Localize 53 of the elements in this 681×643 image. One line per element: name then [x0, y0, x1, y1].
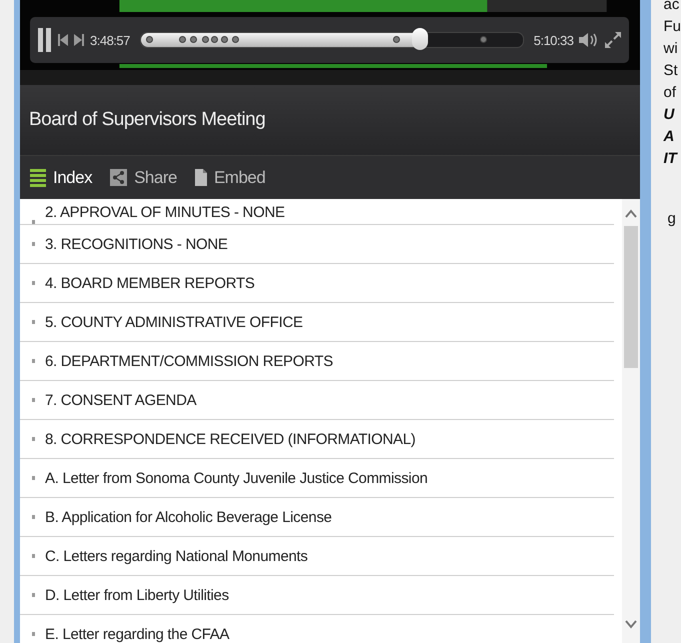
- agenda-item[interactable]: 7. CONSENT AGENDA: [45, 392, 196, 408]
- list-icon: [30, 168, 46, 186]
- agenda-item[interactable]: 5. COUNTY ADMINISTRATIVE OFFICE: [45, 314, 303, 330]
- bullet-icon: [32, 281, 35, 285]
- bullet-icon: [32, 359, 35, 363]
- bullet-icon: [32, 554, 35, 558]
- scrollbar[interactable]: [622, 199, 640, 643]
- pause-button[interactable]: [38, 28, 52, 52]
- scroll-thumb[interactable]: [624, 226, 638, 368]
- bullet-icon: [32, 220, 35, 224]
- bullet-icon: [32, 398, 35, 402]
- agenda-item[interactable]: C. Letters regarding National Monuments: [45, 548, 308, 564]
- scroll-down-icon[interactable]: [625, 620, 638, 629]
- next-button[interactable]: [74, 34, 84, 46]
- agenda-item[interactable]: D. Letter from Liberty Utilities: [45, 586, 229, 604]
- bullet-icon: [32, 632, 35, 636]
- text-fragment: U: [663, 105, 676, 125]
- bullet-icon: [32, 437, 35, 441]
- bullet-icon: [32, 593, 35, 597]
- agenda-item[interactable]: A. Letter from Sonoma County Juvenile Justice Commission: [45, 470, 428, 486]
- document-icon: [194, 169, 207, 186]
- agenda-item[interactable]: 6. DEPARTMENT/COMMISSION REPORTS: [45, 352, 333, 370]
- agenda-item[interactable]: B. Application for Alcoholic Beverage License: [45, 508, 332, 526]
- total-time: 5:10:33: [534, 32, 574, 48]
- text-fragment: g: [666, 209, 677, 229]
- tab[interactable]: Share: [110, 166, 177, 190]
- volume-icon[interactable]: [579, 32, 600, 48]
- text-fragment: Fu: [663, 17, 681, 37]
- agenda-item[interactable]: E. Letter regarding the CFAA: [45, 626, 230, 642]
- text-fragment: ac: [663, 0, 680, 15]
- share-icon: [110, 169, 128, 186]
- scroll-up-icon[interactable]: [625, 209, 638, 218]
- text-fragment: wi: [663, 39, 679, 59]
- bullet-icon: [32, 476, 35, 480]
- tab[interactable]: Embed: [194, 166, 266, 190]
- agenda-item[interactable]: 3. RECOGNITIONS - NONE: [45, 236, 228, 252]
- bullet-icon: [32, 320, 35, 324]
- meeting-title: Board of Supervisors Meeting: [29, 109, 266, 131]
- bullet-icon: [32, 242, 35, 246]
- agenda-item[interactable]: 8. CORRESPONDENCE RECEIVED (INFORMATIONAL): [45, 430, 416, 448]
- agenda-item[interactable]: 2. APPROVAL OF MINUTES - NONE: [45, 204, 285, 221]
- text-fragment: St: [663, 61, 679, 81]
- seek-handle[interactable]: [412, 28, 428, 50]
- fullscreen-icon[interactable]: [605, 32, 622, 48]
- previous-button[interactable]: [58, 34, 68, 46]
- text-fragment: IT: [663, 149, 679, 169]
- text-fragment: A: [663, 127, 676, 147]
- agenda-item[interactable]: 4. BOARD MEMBER REPORTS: [45, 274, 255, 292]
- elapsed-time: 3:48:57: [90, 32, 130, 48]
- chapter-marker[interactable]: [480, 36, 488, 43]
- text-fragment: of: [663, 83, 677, 103]
- bullet-icon: [32, 515, 35, 519]
- tab[interactable]: Index: [30, 166, 92, 190]
